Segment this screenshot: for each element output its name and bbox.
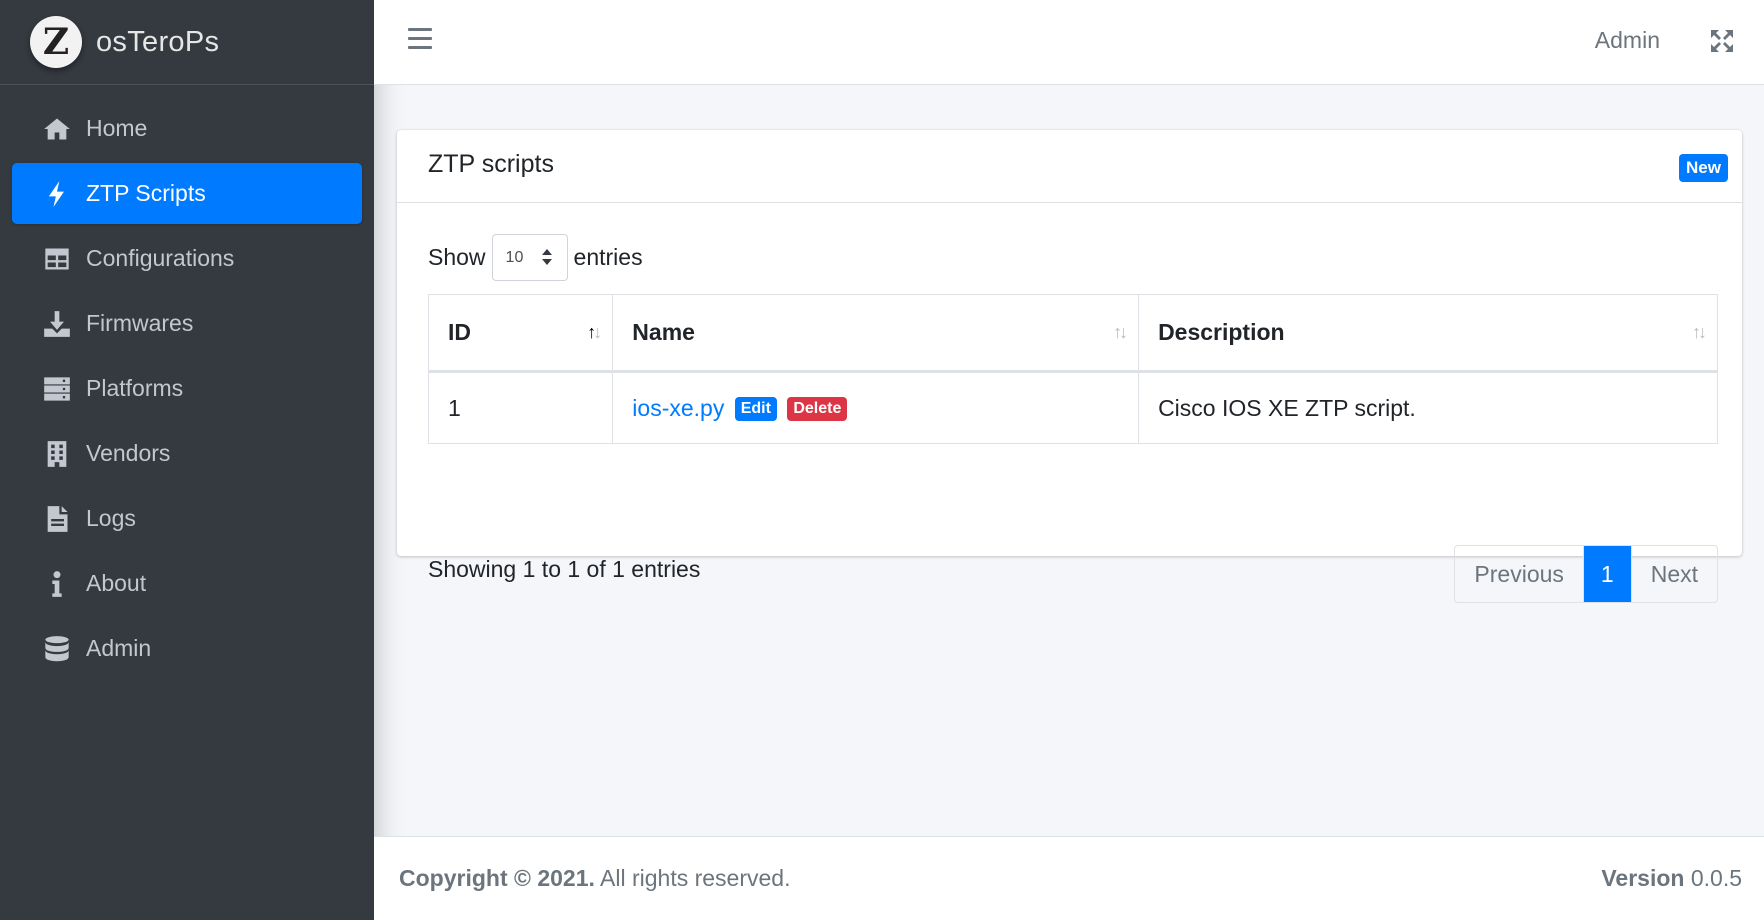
cell-id: 1 (427, 371, 614, 444)
column-header-description[interactable]: Description ↑↓ (1138, 294, 1718, 373)
card-title: ZTP scripts (428, 150, 554, 178)
sidebar-item-label: Configurations (86, 245, 235, 271)
building-icon (42, 439, 72, 469)
pagination: Previous 1 Next (1454, 545, 1718, 603)
sidebar: Z osTeroPs Home ZTP Scripts Configuratio… (0, 0, 374, 920)
menu-toggle-icon[interactable] (408, 28, 432, 50)
file-icon (42, 504, 72, 534)
sidebar-item-label: Logs (86, 505, 136, 531)
sidebar-item-label: Home (86, 115, 148, 141)
sidebar-item-label: Admin (86, 635, 152, 661)
sidebar-item-ztp-scripts[interactable]: ZTP Scripts (12, 163, 362, 224)
sidebar-item-firmwares[interactable]: Firmwares (12, 293, 362, 354)
entries-label: entries (573, 244, 643, 270)
sidebar-item-platforms[interactable]: Platforms (12, 358, 362, 419)
sidebar-item-label: Vendors (86, 440, 171, 466)
sidebar-item-configurations[interactable]: Configurations (12, 228, 362, 289)
next-page-button[interactable]: Next (1632, 546, 1717, 602)
sidebar-item-label: About (86, 570, 147, 596)
brand-logo: Z (30, 16, 82, 68)
entries-length-control: Show 10 entries (428, 234, 643, 281)
sidebar-item-home[interactable]: Home (12, 98, 362, 159)
version: Version 0.0.5 (1601, 865, 1742, 891)
sort-icon: ↑↓ (1692, 322, 1707, 342)
copyright: Copyright © 2021. All rights reserved. (399, 865, 791, 891)
sidebar-item-about[interactable]: About (12, 553, 362, 614)
column-header-name[interactable]: Name ↑↓ (612, 294, 1140, 373)
page-1-button[interactable]: 1 (1583, 546, 1632, 602)
sidebar-item-label: Platforms (86, 375, 184, 401)
cell-description: Cisco IOS XE ZTP script. (1138, 371, 1718, 444)
select-arrows-icon (541, 249, 552, 265)
ztp-scripts-card: ZTP scripts New Show 10 entries ID ↑↓ Nam… (397, 130, 1742, 603)
info-icon (42, 569, 72, 599)
sidebar-nav: Home ZTP Scripts Configurations Firmware… (0, 85, 374, 679)
database-icon (42, 634, 72, 664)
page-length-select[interactable]: 10 (491, 234, 568, 281)
top-navbar: Admin (374, 0, 1764, 85)
sort-icon: ↑↓ (1113, 322, 1128, 342)
sidebar-item-label: Firmwares (86, 310, 194, 336)
edit-button[interactable]: Edit (734, 397, 777, 422)
server-icon (42, 374, 72, 404)
table-row: 1 ios-xe.py Edit Delete Cisco IOS XE ZTP… (427, 371, 1718, 444)
sidebar-item-label: ZTP Scripts (86, 180, 206, 206)
new-button[interactable]: New (1679, 154, 1728, 182)
table-header-row: ID ↑↓ Name ↑↓ Description ↑↓ (427, 294, 1718, 373)
sort-ascending-icon: ↑↓ (587, 322, 602, 342)
brand-name: osTeroPs (96, 25, 220, 58)
show-label: Show (428, 244, 486, 270)
ztp-scripts-table: ID ↑↓ Name ↑↓ Description ↑↓ 1 ios-xe.py Ed… (427, 294, 1718, 444)
sidebar-item-logs[interactable]: Logs (12, 488, 362, 549)
cell-name: ios-xe.py Edit Delete (612, 371, 1140, 444)
delete-button[interactable]: Delete (787, 397, 848, 422)
bolt-icon (42, 179, 72, 209)
card-body: Show 10 entries ID ↑↓ Name ↑↓ Description ↑… (427, 203, 1718, 603)
sidebar-item-admin[interactable]: Admin (12, 618, 362, 679)
brand-link[interactable]: Z osTeroPs (0, 0, 374, 85)
script-name-link[interactable]: ios-xe.py (632, 395, 724, 421)
home-icon (42, 114, 72, 144)
footer: Copyright © 2021. All rights reserved. V… (374, 836, 1764, 920)
card-header: ZTP scripts New (397, 130, 1742, 203)
column-header-id[interactable]: ID ↑↓ (427, 294, 614, 373)
table-icon (42, 244, 72, 274)
user-menu-link[interactable]: Admin (1595, 27, 1660, 54)
table-info: Showing 1 to 1 of 1 entries (428, 556, 701, 582)
sidebar-item-vendors[interactable]: Vendors (12, 423, 362, 484)
fullscreen-icon[interactable] (1710, 29, 1734, 53)
download-icon (42, 309, 72, 339)
previous-page-button[interactable]: Previous (1455, 546, 1584, 602)
